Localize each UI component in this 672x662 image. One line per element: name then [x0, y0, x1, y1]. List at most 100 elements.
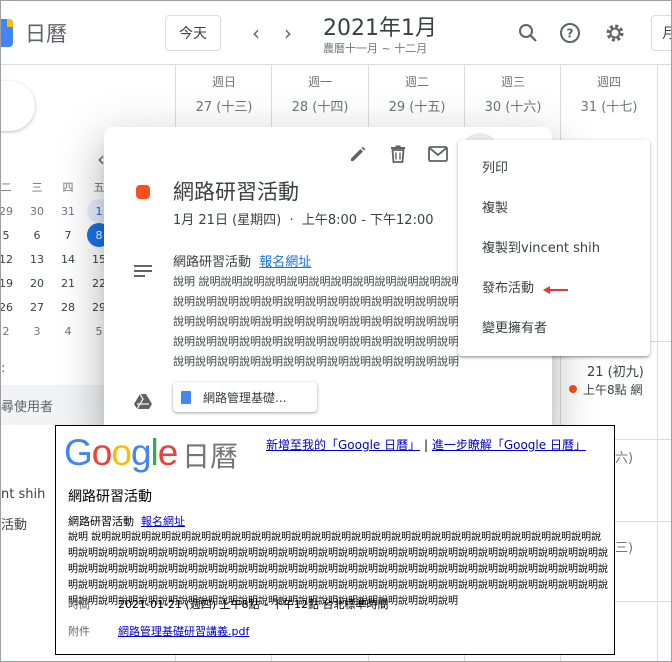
next-arrow-icon[interactable]: ›	[274, 19, 302, 47]
published-event-page: Google 日曆 新增至我的「Google 日曆」 | 進一步瞭解「Googl…	[55, 425, 615, 655]
mini-day[interactable]: 26	[1, 295, 18, 319]
lunar-range: 農曆十一月 ~ 十二月	[323, 42, 428, 55]
add-to-calendar-link[interactable]: 新增至我的「Google 日曆」	[266, 438, 420, 452]
attachment-label: 附件	[68, 625, 90, 638]
calendar-item-activity[interactable]: 活動	[1, 514, 27, 533]
help-icon[interactable]: ?	[556, 19, 584, 47]
settings-gear-icon[interactable]	[601, 19, 629, 47]
mini-day[interactable]: 12	[1, 247, 18, 271]
day-cell-date-partial[interactable]: 六)	[615, 447, 633, 466]
mini-day[interactable]: 31	[56, 199, 80, 223]
day-date: 29 (十五)	[388, 100, 446, 115]
published-app-name: 日曆	[182, 440, 239, 473]
registration-link[interactable]: 報名網址	[259, 255, 311, 270]
logo-letter: g	[130, 432, 152, 473]
mini-day[interactable]: 29	[1, 199, 18, 223]
learn-more-link[interactable]: 進一步瞭解「Google 日曆」	[432, 438, 586, 452]
attachment-chip[interactable]: 網路管理基礎...	[173, 382, 317, 412]
published-top-links: 新增至我的「Google 日曆」 | 進一步瞭解「Google 日曆」	[266, 436, 586, 453]
published-description-heading: 網路研習活動 報名網址	[68, 513, 185, 529]
search-users-box[interactable]: 尋使用者	[1, 385, 113, 425]
mini-day[interactable]: 19	[1, 271, 18, 295]
menu-item-print[interactable]: 列印	[458, 146, 650, 186]
grid-column-line	[657, 65, 658, 661]
day-date: 27 (十三)	[195, 100, 253, 115]
description-heading-text: 網路研習活動	[173, 255, 252, 270]
search-icon[interactable]	[514, 19, 542, 47]
mini-day[interactable]: 2	[1, 319, 18, 343]
delete-trash-icon[interactable]	[385, 141, 411, 167]
mini-day[interactable]: 5	[1, 223, 18, 247]
attachment-link[interactable]: 網路管理基礎研習講義.pdf	[118, 625, 249, 638]
day-header-thu[interactable]: 週四 31 (十七)	[561, 73, 657, 115]
today-button[interactable]: 今天	[165, 15, 221, 51]
mini-dow: 三	[31, 181, 43, 194]
google-drive-icon	[134, 393, 152, 410]
day-of-week: 週日	[211, 75, 236, 89]
mini-day[interactable]: 21	[56, 271, 80, 295]
mini-day[interactable]: 14	[56, 247, 80, 271]
create-button[interactable]	[1, 81, 35, 131]
mini-day[interactable]: 4	[56, 319, 80, 343]
published-heading-text: 網路研習活動	[68, 515, 134, 528]
top-bar: 日曆 今天 ‹ › 2021年1月 農曆十一月 ~ 十二月 ? 月	[1, 1, 671, 65]
app-name: 日曆	[25, 22, 67, 46]
day-date: 30 (十六)	[484, 100, 542, 115]
description-lines-icon	[134, 265, 152, 279]
event-color-square	[136, 185, 150, 199]
menu-item-copy-to[interactable]: 複製到vincent shih	[458, 226, 650, 266]
mini-dow: 四	[62, 181, 74, 194]
mini-day[interactable]: 30	[25, 199, 49, 223]
time-value: 2021-01-21 (週四) 上午8點 – 下午12點 台北標準時間	[118, 598, 389, 611]
pointer-arrow-icon	[543, 286, 568, 294]
mini-day[interactable]: 13	[25, 247, 49, 271]
logo-letter: G	[64, 432, 93, 473]
link-separator: |	[420, 438, 432, 452]
day-of-week: 週一	[307, 75, 332, 89]
day-cell-date-partial[interactable]: 三)	[615, 537, 633, 556]
edit-pencil-icon[interactable]	[345, 141, 371, 167]
logo-letter: l	[150, 432, 159, 473]
day-header-mon[interactable]: 週一 28 (十四)	[272, 73, 368, 115]
published-event-title: 網路研習活動	[68, 489, 152, 505]
day-header-tue[interactable]: 週二 29 (十五)	[369, 73, 465, 115]
mini-day[interactable]: 20	[25, 271, 49, 295]
google-logo: Google	[64, 432, 179, 474]
event-chip-label: 上午8點 網	[583, 382, 643, 397]
attachment-name: 網路管理基礎...	[203, 390, 287, 405]
published-attachment-row: 附件 網路管理基礎研習講義.pdf	[68, 623, 249, 639]
mini-day[interactable]: 27	[25, 295, 49, 319]
day-of-week: 週四	[596, 75, 621, 89]
logo-letter: o	[91, 432, 113, 473]
logo-letter: e	[157, 432, 179, 473]
published-time-row: 時間 2021-01-21 (週四) 上午8點 – 下午12點 台北標準時間	[68, 596, 389, 612]
document-icon	[181, 390, 191, 404]
event-chip[interactable]: 上午8點 網	[563, 378, 669, 400]
calendar-owner-name[interactable]: nt shih	[1, 487, 45, 502]
month-title: 2021年1月	[323, 16, 437, 41]
mini-day[interactable]: 7	[56, 223, 80, 247]
view-selector-button[interactable]: 月	[651, 15, 671, 51]
menu-item-duplicate[interactable]: 複製	[458, 186, 650, 226]
published-registration-link[interactable]: 報名網址	[141, 515, 185, 528]
mini-day[interactable]: 28	[56, 295, 80, 319]
mini-dow: 二	[0, 181, 12, 194]
sidebar-colon: :	[1, 361, 6, 376]
day-header-sun[interactable]: 週日 27 (十三)	[176, 73, 272, 115]
day-header-wed[interactable]: 週三 30 (十六)	[465, 73, 561, 115]
email-envelope-icon[interactable]	[425, 141, 451, 167]
day-date: 28 (十四)	[291, 100, 349, 115]
mini-day[interactable]: 3	[25, 319, 49, 343]
description-body: 說明 說明說明說明說明說明說明說明說明說明說明說明說明說明說明說明說明說明說明說…	[173, 275, 463, 368]
day-date: 31 (十七)	[580, 100, 638, 115]
svg-text:?: ?	[567, 27, 574, 41]
time-label: 時間	[68, 598, 90, 611]
day-of-week: 週三	[500, 75, 525, 89]
search-users-label: 尋使用者	[1, 400, 54, 415]
event-time: 1月 21日 (星期四) · 上午8:00 - 下午12:00	[173, 213, 434, 228]
menu-item-change-owner[interactable]: 變更擁有者	[458, 306, 650, 346]
prev-arrow-icon[interactable]: ‹	[242, 19, 270, 47]
day-of-week: 週二	[404, 75, 429, 89]
options-menu: 列印 複製 複製到vincent shih 發布活動 變更擁有者	[458, 140, 650, 356]
mini-day[interactable]: 6	[25, 223, 49, 247]
